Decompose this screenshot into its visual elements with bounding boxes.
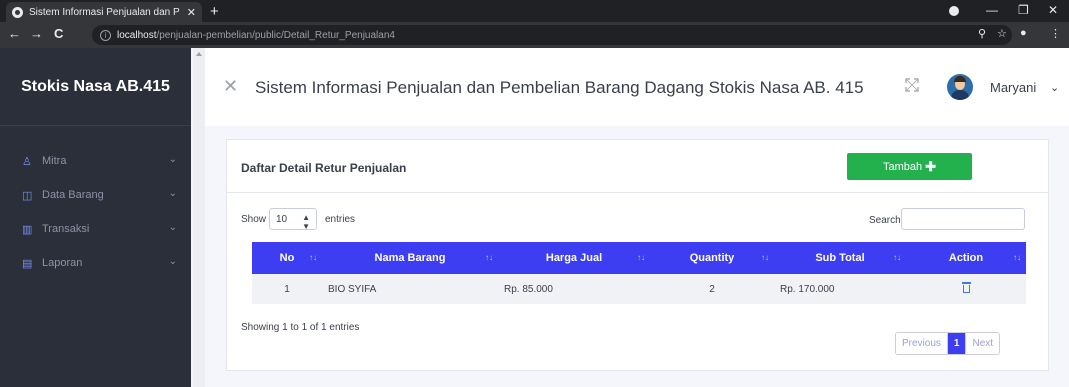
sidebar-item-label: Transaksi [42,223,90,235]
data-table: No ↑↓ Nama Barang ↑↓ Harga Jual ↑↓ Quantity… [252,242,1026,304]
page-header: ✕ Sistem Informasi Penjualan dan Pembeli… [205,48,1069,126]
detail-card: Daftar Detail Retur Penjualan Tambah ✚ S… [226,139,1049,371]
extension-icon[interactable] [949,6,959,16]
cell-nama-barang: BIO SYIFA [328,283,377,295]
chevron-down-icon: ⌄ [168,256,177,267]
column-header-action[interactable]: Action ↑↓ [906,242,1026,274]
chevron-down-icon: ⌄ [168,154,177,165]
avatar[interactable] [947,74,973,100]
sidebar-item-label: Data Barang [42,189,104,201]
pagination: Previous 1 Next [895,332,1001,355]
minimize-icon[interactable]: — [986,3,998,17]
table-row: 1 BIO SYIFA Rp. 85.000 2 Rp. 170.000 [252,274,1026,304]
sort-icon: ↑↓ [309,253,317,262]
sidebar-item-data-barang[interactable]: ◫ Data Barang ⌄ [0,178,191,212]
tab-close-icon[interactable]: ✕ [187,6,196,19]
browser-tab-bar: Sistem Informasi Penjualan dan P ✕ + — ❐… [0,0,1069,22]
add-button-label: Tambah [882,160,923,173]
report-icon: ▤ [22,257,33,270]
cell-quantity: 2 [709,283,715,295]
url-path: /penjualan-pembelian/public/Detail_Retur… [156,29,395,41]
user-name[interactable]: Maryani [990,80,1036,95]
site-info-icon[interactable]: i [100,29,111,41]
zoom-icon[interactable]: ⚲ [978,27,986,40]
browser-tab[interactable]: Sistem Informasi Penjualan dan P ✕ [6,2,202,22]
sort-icon: ↑↓ [637,253,645,262]
sidebar-item-laporan[interactable]: ▤ Laporan ⌄ [0,246,191,280]
scroll-up-icon[interactable] [196,52,202,56]
entries-label: entries [325,214,356,225]
box-icon: ◫ [22,189,33,202]
reload-icon[interactable]: C [54,26,63,41]
globe-icon [12,6,23,18]
chart-icon: ▥ [22,223,33,236]
cell-action [906,274,1026,304]
sidebar-item-label: Laporan [42,257,83,269]
menu-dots-icon[interactable]: ⋮ [1050,27,1061,40]
table-header-row: No ↑↓ Nama Barang ↑↓ Harga Jual ↑↓ Quantity… [252,242,1026,274]
back-icon[interactable]: ← [8,26,21,41]
url-host: localhost [117,29,157,41]
browser-toolbar: ← → C i localhost /penjualan-pembelian/p… [0,22,1069,48]
cell-sub-total: Rp. 170.000 [780,283,835,295]
brand-title[interactable]: Stokis Nasa AB.415 [0,48,191,126]
select-arrows-icon: ▲ ▼ [302,213,310,231]
divider [227,192,1048,193]
sort-icon: ↑↓ [893,253,901,262]
trash-icon[interactable] [961,282,971,293]
chevron-down-icon: ⌄ [168,188,177,199]
sidebar-item-label: Mitra [42,155,67,167]
forward-icon[interactable]: → [30,26,43,41]
page-title: Sistem Informasi Penjualan dan Pembelian… [255,78,864,97]
sidebar-item-transaksi[interactable]: ▥ Transaksi ⌄ [0,212,191,246]
page-length-value: 10 [276,213,288,225]
column-header-quantity[interactable]: Quantity ↑↓ [650,242,774,274]
cell-harga-jual: Rp. 85.000 [504,283,553,295]
column-header-sub-total[interactable]: Sub Total ↑↓ [774,242,906,274]
bookmark-star-icon[interactable]: ☆ [997,27,1007,40]
chevron-down-icon[interactable]: ⌄ [1050,81,1059,94]
cell-no: 1 [284,283,290,295]
close-icon[interactable]: ✕ [223,76,238,97]
sort-icon: ↑↓ [485,253,493,262]
window-close-icon[interactable]: ✕ [1048,3,1058,17]
chevron-down-icon: ⌄ [168,222,177,233]
show-label: Show [241,214,267,225]
column-header-no[interactable]: No ↑↓ [252,242,322,274]
table-info: Showing 1 to 1 of 1 entries [241,322,360,333]
maximize-icon[interactable]: ❐ [1018,3,1029,17]
column-header-nama-barang[interactable]: Nama Barang ↑↓ [322,242,498,274]
search-input[interactable] [901,208,1025,230]
sidebar-item-mitra[interactable]: ♙ Mitra ⌄ [0,144,191,178]
user-icon: ♙ [22,155,32,168]
column-header-harga-jual[interactable]: Harga Jual ↑↓ [498,242,650,274]
card-title: Daftar Detail Retur Penjualan [241,161,407,175]
next-button[interactable]: Next [965,333,1000,354]
search-label: Search: [869,215,904,226]
tab-title: Sistem Informasi Penjualan dan P [29,6,180,18]
url-bar[interactable]: i localhost /penjualan-pembelian/public/… [92,25,1012,45]
add-button[interactable]: Tambah ✚ [847,153,972,180]
sort-icon: ↑↓ [761,253,769,262]
plus-icon: ✚ [925,158,937,174]
new-tab-icon[interactable]: + [210,3,219,20]
sidebar-scrollbar[interactable] [193,48,205,387]
previous-button[interactable]: Previous [896,333,948,354]
profile-icon[interactable]: ● [1020,27,1027,39]
sort-icon: ↑↓ [1013,253,1021,262]
sidebar: Stokis Nasa AB.415 ♙ Mitra ⌄ ◫ Data Bara… [0,48,191,387]
fullscreen-icon[interactable] [905,78,919,92]
page-length-select[interactable]: 10 ▲ ▼ [269,208,317,231]
page-1-button[interactable]: 1 [947,333,966,354]
